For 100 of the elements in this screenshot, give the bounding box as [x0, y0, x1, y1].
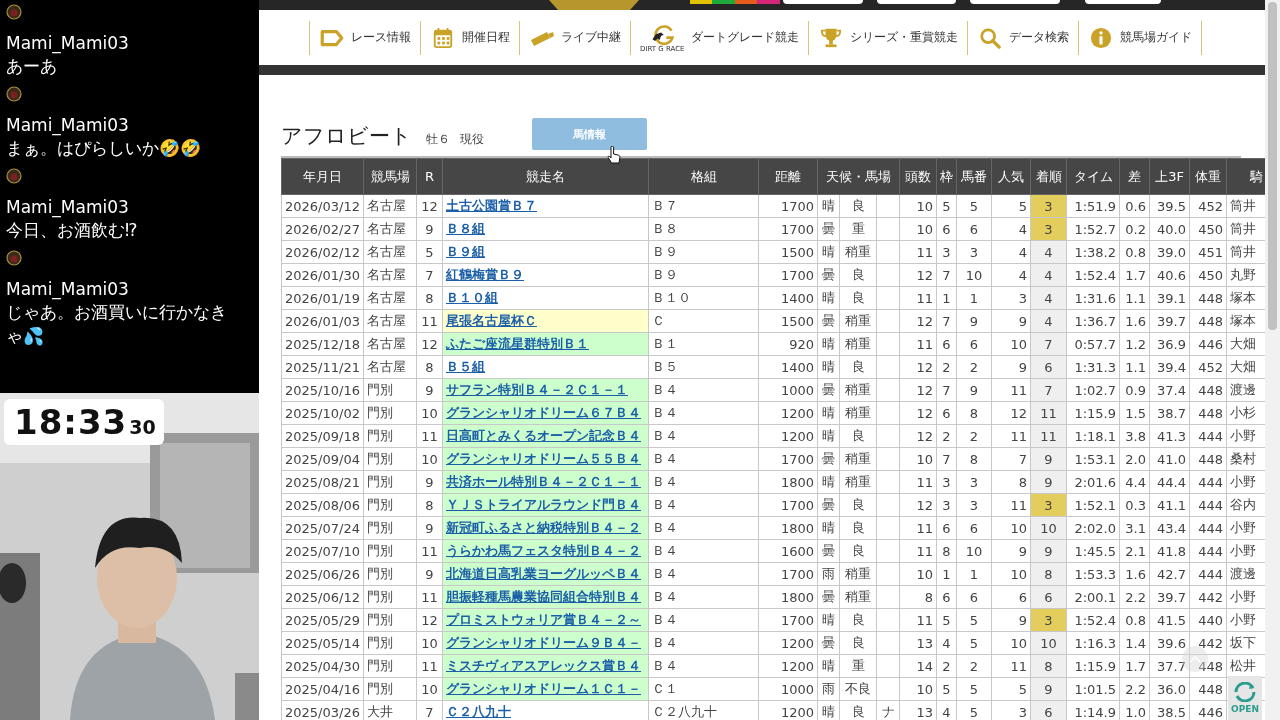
table-cell: 良 — [839, 424, 877, 448]
race-link[interactable]: プロミストウォリア賞Ｂ４－２～ — [446, 611, 641, 627]
table-cell: 3 — [991, 286, 1031, 310]
table-cell: 9 — [991, 539, 1031, 563]
table-cell: 41.1 — [1149, 493, 1190, 517]
table-cell: 448 — [1189, 286, 1227, 310]
race-link[interactable]: Ｂ８組 — [446, 220, 485, 236]
table-cell: 晴 — [817, 332, 840, 356]
nav-label[interactable]: 競馬場ガイド — [1119, 29, 1192, 46]
table-cell: 9 — [956, 378, 992, 402]
table-cell: 12 — [899, 263, 937, 287]
table-cell: 1 — [936, 286, 957, 310]
table-cell: 442 — [1189, 585, 1227, 609]
table-cell: 1:51.9 — [1066, 194, 1120, 218]
table-cell: 448 — [1189, 447, 1227, 471]
table-cell: 曇 — [817, 447, 840, 471]
table-cell: Ｃ１ — [648, 677, 759, 701]
table-cell: 名古屋 — [363, 332, 417, 356]
table-cell: 440 — [1189, 608, 1227, 632]
table-cell: 13 — [899, 631, 937, 655]
race-link[interactable]: ミスチヴィアスアレックス賞Ｂ４ — [446, 657, 641, 673]
race-link[interactable]: グランシャリオドリーム６７Ｂ４ — [446, 404, 641, 420]
nav-label[interactable]: レース情報 — [351, 29, 411, 46]
column-header: 競馬場 — [363, 158, 417, 195]
race-link[interactable]: 日高町とみくるオープン記念Ｂ４ — [446, 427, 641, 443]
table-cell: 門別 — [363, 401, 417, 425]
nav-label[interactable]: ダートグレード競走 — [690, 29, 799, 46]
table-cell: 晴 — [817, 470, 840, 494]
race-link[interactable]: 土古公園賞Ｂ７ — [446, 197, 537, 213]
race-link[interactable]: 尾張名古屋杯Ｃ — [446, 312, 537, 328]
table-cell: 稍重 — [839, 585, 877, 609]
nav-label[interactable]: データ検索 — [1008, 29, 1069, 46]
race-link[interactable]: ふたご座流星群特別Ｂ１ — [446, 335, 589, 351]
table-cell: 1.2 — [1119, 332, 1150, 356]
table-cell: 0:57.7 — [1066, 332, 1120, 356]
race-link[interactable]: グランシャリオドリーム１Ｃ１－ — [446, 680, 641, 696]
column-header: 差 — [1119, 158, 1150, 195]
table-cell: 1700 — [758, 493, 818, 517]
table-cell: 444 — [1189, 424, 1227, 448]
race-link[interactable]: 胆振軽種馬農業協同組合特別Ｂ４ — [446, 588, 641, 604]
table-cell: 2025/04/30 — [281, 654, 364, 678]
scrollbar[interactable] — [1265, 0, 1280, 720]
nav-label[interactable]: ライブ中継 — [561, 29, 621, 46]
nav-label[interactable]: 開催日程 — [462, 29, 510, 46]
scrollbar-thumb[interactable] — [1268, 2, 1277, 330]
race-link[interactable]: Ｂ９組 — [446, 243, 485, 259]
race-link[interactable]: 共済ホール特別Ｂ４－２Ｃ１－１ — [446, 473, 641, 489]
race-link[interactable]: Ｂ１０組 — [446, 289, 498, 305]
race-link[interactable]: グランシャリオドリーム５５Ｂ４ — [446, 450, 641, 466]
table-cell: Ｂ４ — [648, 493, 759, 517]
table-cell: 37.7 — [1149, 654, 1190, 678]
table-cell: 5 — [956, 631, 992, 655]
header-tab[interactable] — [783, 0, 863, 4]
table-cell: Ｂ５ — [648, 355, 759, 379]
table-cell: 444 — [1189, 493, 1227, 517]
table-cell: 門別 — [363, 562, 417, 586]
table-cell: 1:52.7 — [1066, 217, 1120, 241]
table-cell: 1:31.6 — [1066, 286, 1120, 310]
table-cell: 3 — [936, 240, 957, 264]
race-link[interactable]: Ｃ２八九十 — [446, 703, 511, 719]
table-cell: 9 — [416, 470, 443, 494]
table-cell: 6 — [956, 516, 992, 540]
table-cell: 7 — [991, 447, 1031, 471]
race-link[interactable]: サフラン特別Ｂ４－２Ｃ１－１ — [446, 381, 628, 397]
table-cell: 曇 — [817, 539, 840, 563]
table-cell: Ｃ — [648, 309, 759, 333]
table-cell: 晴 — [817, 654, 840, 678]
table-cell: 7 — [936, 263, 957, 287]
table-cell: 1.6 — [1119, 562, 1150, 586]
logo-tab[interactable] — [549, 0, 639, 10]
table-cell: 4 — [991, 263, 1031, 287]
header-tab[interactable] — [1085, 0, 1161, 4]
race-link[interactable]: うらかわ馬フェスタ特別Ｂ４－２ — [446, 542, 641, 558]
race-link[interactable]: 新冠町ふるさと納税特別Ｂ４－２ — [446, 519, 641, 535]
horse-status: 現役 — [460, 131, 484, 148]
race-link[interactable]: Ｂ５組 — [446, 358, 485, 374]
race-link[interactable]: 北海道日高乳業ヨーグルッペＢ４ — [446, 565, 641, 581]
table-cell: 42.7 — [1149, 562, 1190, 586]
table-cell: 3.1 — [1119, 516, 1150, 540]
race-link[interactable]: ＹＪＳトライアルラウンド門Ｂ４ — [446, 496, 641, 512]
table-cell: 11 — [899, 608, 937, 632]
horse-sex-age: 牡６ — [426, 131, 450, 148]
chat-username: Mami_Mami03 — [6, 278, 130, 300]
table-cell: 11 — [991, 378, 1031, 402]
table-cell: 2025/05/14 — [281, 631, 364, 655]
table-cell: 39.7 — [1149, 585, 1190, 609]
race-link[interactable]: 紅鶴梅賞Ｂ９ — [446, 266, 524, 282]
table-cell: 門別 — [363, 677, 417, 701]
table-cell: 10 — [991, 562, 1031, 586]
race-link[interactable]: グランシャリオドリーム９Ｂ４－ — [446, 634, 641, 650]
table-cell: 7 — [936, 378, 957, 402]
table-cell: 451 — [1189, 240, 1227, 264]
nav-label[interactable]: シリーズ・重賞競走 — [849, 29, 958, 46]
header-tab[interactable] — [877, 0, 956, 4]
table-cell: 452 — [1189, 194, 1227, 218]
table-cell: 10 — [991, 631, 1031, 655]
user-avatar-icon — [6, 4, 22, 20]
header-tab[interactable] — [970, 0, 1060, 4]
caret-icon — [1189, 655, 1201, 663]
table-cell: 11 — [899, 539, 937, 563]
